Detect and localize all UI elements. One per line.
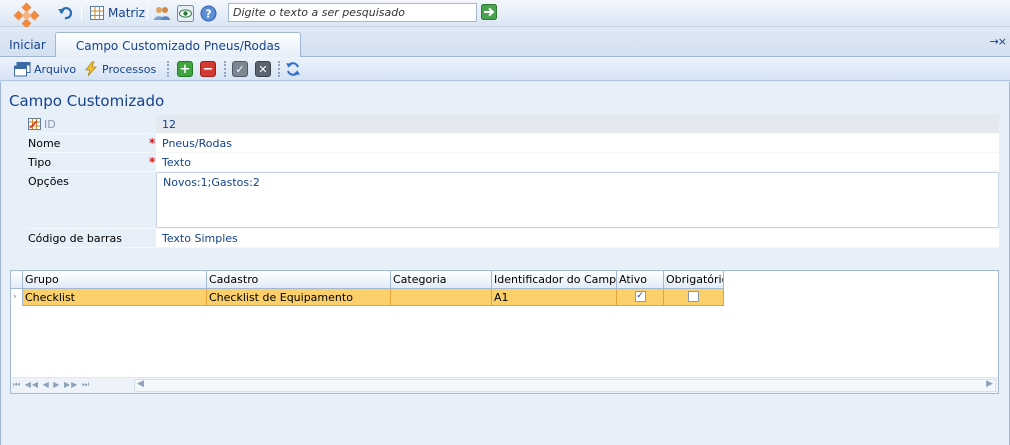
cell-ativo[interactable]: ✓ <box>617 289 664 306</box>
codigo-field[interactable]: Texto Simples <box>156 229 999 247</box>
plus-icon: + <box>177 61 193 77</box>
column-header-obrigatorio[interactable]: Obrigatório <box>664 271 724 289</box>
codigo-value: Texto Simples <box>162 232 238 245</box>
nome-field[interactable]: * Pneus/Rodas <box>149 134 999 152</box>
undo-button[interactable] <box>57 4 74 22</box>
toolbar: Arquivo Processos + − ✓ ✕ <box>0 57 1010 81</box>
minus-icon: − <box>200 61 216 77</box>
window-icon <box>14 61 31 76</box>
page-title: Campo Customizado <box>9 92 165 110</box>
search-go-button[interactable] <box>481 4 497 20</box>
horizontal-scrollbar[interactable]: ◀ ▶ <box>134 379 996 392</box>
required-mark: * <box>149 136 156 150</box>
toolbar-grip <box>278 61 280 77</box>
content-area: Campo Customizado ID 12 Nome * Pneus/Rod… <box>0 82 1010 445</box>
processos-menu[interactable]: Processos <box>83 60 156 78</box>
nome-value: Pneus/Rodas <box>162 137 232 150</box>
remove-button[interactable]: − <box>200 60 216 78</box>
tab-iniciar-label: Iniciar <box>9 38 46 52</box>
refresh-button[interactable] <box>285 60 301 78</box>
column-header-grupo[interactable]: Grupo <box>23 271 207 289</box>
nome-label: Nome <box>28 137 61 150</box>
top-bar: Matriz ? <box>0 0 1010 29</box>
tab-strip: Iniciar Campo Customizado Pneus/Rodas →× <box>0 27 1010 58</box>
cell-cadastro[interactable]: Checklist de Equipamento <box>207 289 391 306</box>
obrigatorio-checkbox[interactable] <box>688 291 699 302</box>
grid-header: Grupo Cadastro Categoria Identificador d… <box>11 271 724 289</box>
record-navigator[interactable]: ⏮ ◀◀ ◀ ▶ ▶▶ ⏭ <box>13 380 90 390</box>
form-row-opcoes: Opções Novos:1;Gastos:2 <box>26 172 999 229</box>
cell-grupo[interactable]: Checklist <box>23 289 207 306</box>
toolbar-grip <box>224 61 226 77</box>
users-button[interactable] <box>153 4 171 22</box>
check-mark-icon: ✓ <box>636 291 644 301</box>
arquivo-menu[interactable]: Arquivo <box>14 60 76 78</box>
form-row-codigo: Código de barras Texto Simples <box>26 229 999 248</box>
detail-form: ID 12 Nome * Pneus/Rodas Tipo * Texto Op… <box>26 115 999 248</box>
close-icon: ✕ <box>255 61 271 77</box>
refresh-icon <box>286 62 300 76</box>
separator <box>81 5 82 21</box>
scroll-right-icon[interactable]: ▶ <box>986 379 993 389</box>
users-icon <box>154 7 170 20</box>
tab-campo-customizado-label: Campo Customizado Pneus/Rodas <box>75 38 281 53</box>
table-row[interactable]: › Checklist Checklist de Equipamento A1 … <box>11 289 724 306</box>
cell-obrigatorio[interactable] <box>664 289 724 306</box>
tipo-field[interactable]: * Texto <box>149 153 999 171</box>
id-label: ID <box>44 118 56 131</box>
form-row-nome: Nome * Pneus/Rodas <box>26 134 999 153</box>
ativo-checkbox[interactable]: ✓ <box>634 291 646 302</box>
matriz-label: Matriz <box>108 6 145 20</box>
tab-campo-customizado[interactable]: Campo Customizado Pneus/Rodas <box>55 32 301 58</box>
pin-close-icon[interactable]: →× <box>990 35 1007 48</box>
id-label-cell: ID <box>26 115 156 133</box>
cancel-button[interactable]: ✕ <box>255 60 271 78</box>
processos-label: Processos <box>102 62 157 76</box>
confirm-button[interactable]: ✓ <box>232 60 248 78</box>
tipo-label: Tipo <box>28 156 52 169</box>
tipo-value: Texto <box>162 156 191 169</box>
opcoes-label: Opções <box>28 175 69 188</box>
column-header-identificador[interactable]: Identificador do Campo <box>492 271 617 289</box>
view-button[interactable] <box>177 4 194 22</box>
lightning-icon <box>85 61 97 77</box>
column-header-cadastro[interactable]: Cadastro <box>207 271 391 289</box>
column-header-ativo[interactable]: Ativo <box>617 271 664 289</box>
svg-text:?: ? <box>205 7 211 20</box>
row-indicator-header <box>11 271 23 289</box>
toolbar-grip <box>167 61 169 77</box>
arrow-right-icon <box>481 4 497 20</box>
undo-icon <box>58 6 73 19</box>
add-button[interactable]: + <box>177 60 193 78</box>
key-grid-icon <box>28 118 41 130</box>
separator <box>147 5 148 21</box>
opcoes-value: Novos:1;Gastos:2 <box>163 176 260 189</box>
cell-identificador[interactable]: A1 <box>492 289 617 306</box>
required-mark: * <box>149 155 156 169</box>
matriz-button[interactable]: Matriz <box>90 4 145 22</box>
cell-categoria[interactable] <box>391 289 492 306</box>
tab-iniciar[interactable]: Iniciar <box>0 27 55 57</box>
form-row-id: ID 12 <box>26 115 999 134</box>
search-input[interactable] <box>228 3 477 22</box>
grid-table-icon <box>90 6 104 20</box>
id-value: 12 <box>156 115 999 133</box>
help-button[interactable]: ? <box>200 4 217 22</box>
codigo-label: Código de barras <box>28 232 122 245</box>
opcoes-field[interactable]: Novos:1;Gastos:2 <box>156 172 999 228</box>
scroll-left-icon[interactable]: ◀ <box>137 379 144 389</box>
help-icon: ? <box>200 5 217 21</box>
column-header-categoria[interactable]: Categoria <box>391 271 492 289</box>
grid-footer: ⏮ ◀◀ ◀ ▶ ▶▶ ⏭ ◀ ▶ <box>11 377 998 393</box>
check-icon: ✓ <box>232 61 248 77</box>
arquivo-label: Arquivo <box>34 62 77 76</box>
form-row-tipo: Tipo * Texto <box>26 153 999 172</box>
row-indicator-icon: › <box>11 289 23 306</box>
data-grid: Grupo Cadastro Categoria Identificador d… <box>10 270 999 394</box>
eye-icon <box>177 4 194 22</box>
